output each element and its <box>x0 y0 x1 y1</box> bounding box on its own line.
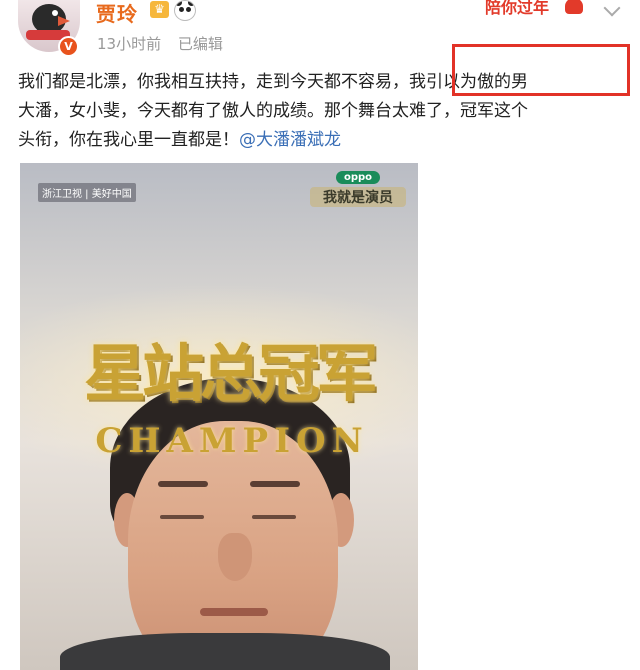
heart-icon <box>565 0 583 14</box>
champion-title-cn: 星站总冠军 <box>84 337 378 410</box>
champion-title-en: CHAMPION <box>95 421 369 461</box>
weibo-post: V 贾玲 ♛ 13小时前 已编辑 陪你过年 我们都是北漂，你我相互扶持，走到今天… <box>0 0 640 670</box>
brand-logo: oppo <box>336 171 380 184</box>
post-meta: 13小时前 已编辑 <box>97 33 223 54</box>
crown-icon: ♛ <box>150 1 169 18</box>
highlight-box <box>452 44 630 96</box>
chevron-down-icon[interactable] <box>603 0 621 17</box>
username[interactable]: 贾玲 <box>96 0 138 27</box>
festival-banner: 陪你过年 <box>485 0 605 18</box>
post-text-line-2: 大潘，女小斐，今天都有了傲人的成绩。那个舞台太难了，冠军这个 <box>18 101 528 121</box>
mention-link[interactable]: @大潘潘斌龙 <box>239 130 341 150</box>
channel-logo: 浙江卫视 | 美好中国 <box>38 183 136 202</box>
show-name: 我就是演员 <box>310 187 406 207</box>
verified-badge-icon: V <box>58 36 79 57</box>
post-time: 13小时前 <box>97 35 162 53</box>
banner-text: 陪你过年 <box>485 0 550 17</box>
post-text-line-3: 头衔，你在我心里一直都是！@大潘潘斌龙 <box>18 126 618 155</box>
post-text-line-3-body: 头衔，你在我心里一直都是！ <box>18 130 239 150</box>
post-image[interactable]: 星站总冠军 CHAMPION 浙江卫视 | 美好中国 oppo 我就是演员 <box>20 163 418 670</box>
edited-label[interactable]: 已编辑 <box>178 35 223 53</box>
panda-icon <box>174 0 196 21</box>
show-logo: oppo 我就是演员 <box>310 171 406 215</box>
